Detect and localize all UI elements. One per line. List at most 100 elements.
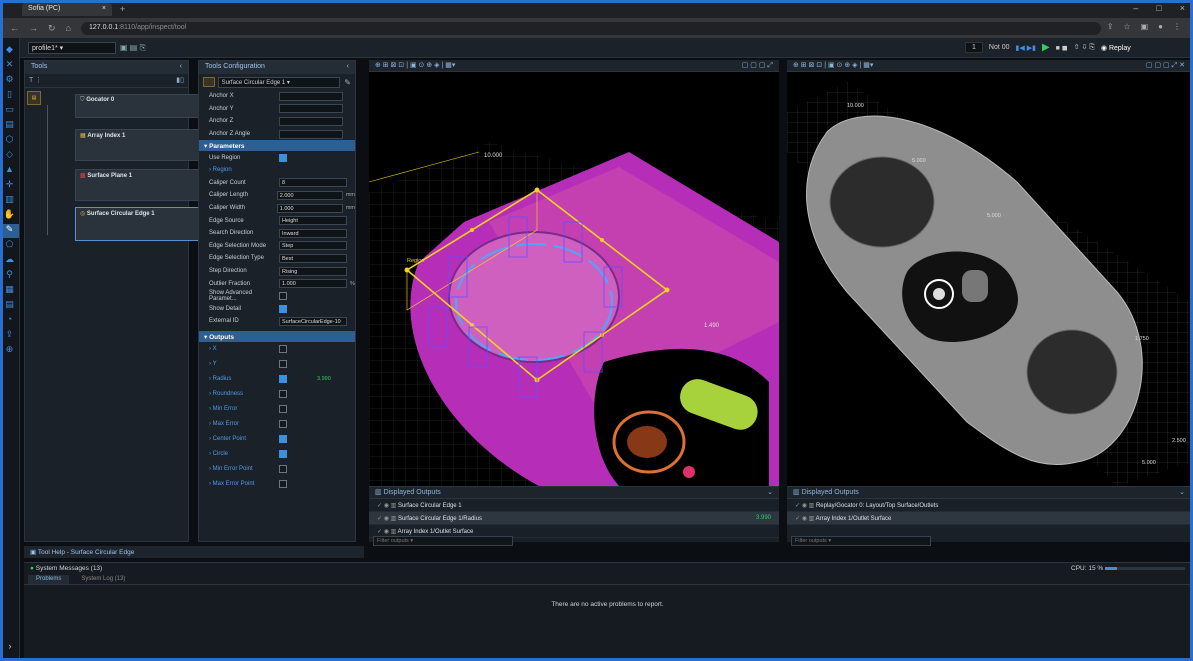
output-list-row[interactable]: ✓ ◉ ▥ Array Index 1/Outlet Surface — [787, 512, 1191, 525]
address-input[interactable]: 127.0.0.1:8110/app/inspect/tool — [80, 21, 1101, 35]
output-row[interactable]: › Min Error — [199, 402, 355, 417]
parameters-header[interactable]: ▾ Parameters — [199, 140, 355, 152]
db-icon[interactable]: ▤ — [0, 299, 19, 313]
tools-active-icon[interactable]: ✎ — [0, 224, 19, 238]
view-tools-right-icon[interactable]: ⊕ ⊞ ⊠ ⊡ | ▣ ⊙ ⊕ ◈ | ▦▾ — [793, 62, 873, 69]
output-checkbox[interactable] — [279, 360, 287, 369]
minimize-icon[interactable]: – — [1133, 3, 1138, 13]
param-input[interactable]: Height — [279, 216, 347, 226]
more-icon[interactable]: ⊕ — [0, 344, 19, 358]
tool-card-surface-circular-edge[interactable]: ◎ Surface Circular Edge 1 — [75, 207, 205, 241]
job-select[interactable]: profile1* ▾ — [28, 42, 116, 54]
output-row[interactable]: › Max Error Point — [199, 477, 355, 492]
share-icon[interactable]: ⇪ — [1107, 22, 1114, 31]
region-row[interactable]: › Region — [199, 164, 355, 177]
output-list-row[interactable]: ✓ ◉ ▥ Surface Circular Edge 1/Radius 3.99… — [369, 512, 779, 525]
extension-icon[interactable]: ▣ — [1141, 22, 1149, 31]
output-checkbox[interactable] — [279, 450, 287, 459]
scan-icon[interactable]: ✕ — [0, 59, 19, 73]
output-list-row[interactable]: ✓ ◉ ▥ Replay/Gocator 0: Layout/Top Surfa… — [787, 499, 1191, 512]
upload-side-icon[interactable]: ⇪ — [0, 329, 19, 343]
param-input[interactable]: 1.000 — [276, 203, 343, 213]
visibility-icon[interactable]: ✓ ◉ ▥ — [795, 503, 816, 509]
output-row[interactable]: › Y — [199, 357, 355, 372]
param-input[interactable]: Best — [279, 253, 347, 263]
calendar-icon[interactable]: ▦ — [0, 284, 19, 298]
anchor-select[interactable] — [279, 104, 343, 114]
stop-icon[interactable]: ■ ◼ — [1056, 44, 1068, 52]
home-icon[interactable]: ⌂ — [66, 23, 71, 33]
output-checkbox[interactable] — [279, 345, 287, 354]
output-row[interactable]: › Roundness — [199, 387, 355, 402]
output-row[interactable]: › Min Error Point — [199, 462, 355, 477]
output-checkbox[interactable] — [279, 375, 287, 384]
measure-icon[interactable]: ▲ — [0, 164, 19, 178]
browser-tab[interactable]: Sofia (PC) × — [22, 2, 112, 16]
output-checkbox[interactable] — [279, 480, 287, 489]
outputs-header[interactable]: ▾ Outputs — [199, 330, 355, 342]
use-region-checkbox[interactable] — [279, 153, 287, 162]
visibility-icon[interactable]: ✓ ◉ ▥ — [377, 529, 398, 535]
tool-card-array-index[interactable]: ▦ Array Index 1 — [75, 129, 205, 161]
filter-input-left[interactable]: Filter outputs ▾ — [373, 536, 513, 546]
param-input[interactable]: Rising — [279, 266, 347, 276]
tool-card-surface-plane[interactable]: ▩ Surface Plane 1 — [75, 169, 205, 201]
file-icon[interactable]: ▯ — [0, 89, 19, 103]
view-icon[interactable]: ▮▯ — [176, 76, 184, 84]
cloud-icon[interactable]: ☁ — [0, 254, 19, 268]
output-row[interactable]: › Radius 3.990 — [199, 372, 355, 387]
param-input[interactable]: 2.000 — [276, 190, 343, 200]
tool-icon[interactable]: ◇ — [0, 149, 19, 163]
show-detail-checkbox[interactable] — [279, 304, 287, 313]
edit-icon[interactable]: ✎ — [344, 78, 351, 87]
profile-icon[interactable]: ● — [1158, 22, 1163, 31]
output-checkbox[interactable] — [279, 435, 287, 444]
tool-palette-icon[interactable]: ▤ — [27, 91, 41, 105]
external-id-input[interactable]: SurfaceCircularEdge-10 — [279, 316, 347, 326]
chevron-down-right-icon[interactable]: ⌄ — [1179, 488, 1185, 497]
collapse-config-icon[interactable]: ‹ — [347, 63, 349, 72]
upload-icon[interactable]: ⇧ ⇩ ⎘ — [1074, 43, 1095, 52]
pin-icon[interactable]: ⚲ — [0, 269, 19, 283]
visibility-icon[interactable]: ✓ ◉ ▥ — [377, 516, 398, 522]
expand-icon[interactable]: › — [0, 641, 20, 655]
view-layout-icon[interactable]: ▢ ▢ ▢ ⤢ — [742, 61, 773, 70]
settings-icon[interactable]: ⚙ — [0, 74, 19, 88]
anchor-select[interactable] — [279, 91, 343, 101]
forward-icon[interactable]: → — [29, 23, 38, 33]
tool-card-gocator[interactable]: ⛉ Gocator 0 — [75, 94, 205, 118]
view-layout-right-icon[interactable]: ▢ ▢ ▢ ⤢ ✕ — [1146, 61, 1185, 70]
output-row[interactable]: › Max Error — [199, 417, 355, 432]
target-icon[interactable]: ✛ — [0, 179, 19, 193]
new-tab-icon[interactable]: + — [120, 4, 125, 14]
chevron-down-icon[interactable]: ⌄ — [767, 488, 773, 497]
param-input[interactable]: 1.000 — [279, 279, 347, 289]
star-icon[interactable]: ☆ — [1123, 22, 1130, 31]
back-icon[interactable]: ← — [10, 23, 19, 33]
output-checkbox[interactable] — [279, 465, 287, 474]
output-row[interactable]: › Circle — [199, 447, 355, 462]
replay-toggle[interactable]: ◉ Replay — [1101, 44, 1131, 52]
output-row[interactable]: › X — [199, 342, 355, 357]
output-row[interactable]: › Center Point — [199, 432, 355, 447]
anchor-select[interactable] — [279, 116, 343, 126]
param-input[interactable]: Step — [279, 241, 347, 251]
output-checkbox[interactable] — [279, 420, 287, 429]
tab-problems[interactable]: Problems — [28, 575, 70, 584]
shield-icon[interactable]: ⬠ — [0, 239, 19, 253]
show-advanced-checkbox[interactable] — [279, 292, 287, 301]
sensor-icon[interactable]: ▤ — [0, 119, 19, 133]
output-checkbox[interactable] — [279, 390, 287, 399]
step-icon[interactable]: ▮◀ ▶▮ — [1016, 44, 1036, 52]
chart-icon[interactable]: ◔ — [0, 314, 19, 328]
anchor-select[interactable] — [279, 129, 343, 139]
bars-icon[interactable]: ▥ — [0, 194, 19, 208]
param-input[interactable]: 8 — [279, 178, 347, 188]
save-icon[interactable]: ▣ ▤ ⎘ — [120, 43, 146, 53]
close-window-icon[interactable]: × — [1180, 3, 1185, 13]
tool-select[interactable]: Surface Circular Edge 1 ▾ — [217, 76, 341, 88]
collapse-icon[interactable]: ‹ — [180, 63, 182, 72]
part-icon[interactable]: ⬡ — [0, 134, 19, 148]
menu-icon[interactable]: ⋮ — [1173, 22, 1181, 31]
tab-system-log[interactable]: System Log (13) — [73, 575, 133, 584]
